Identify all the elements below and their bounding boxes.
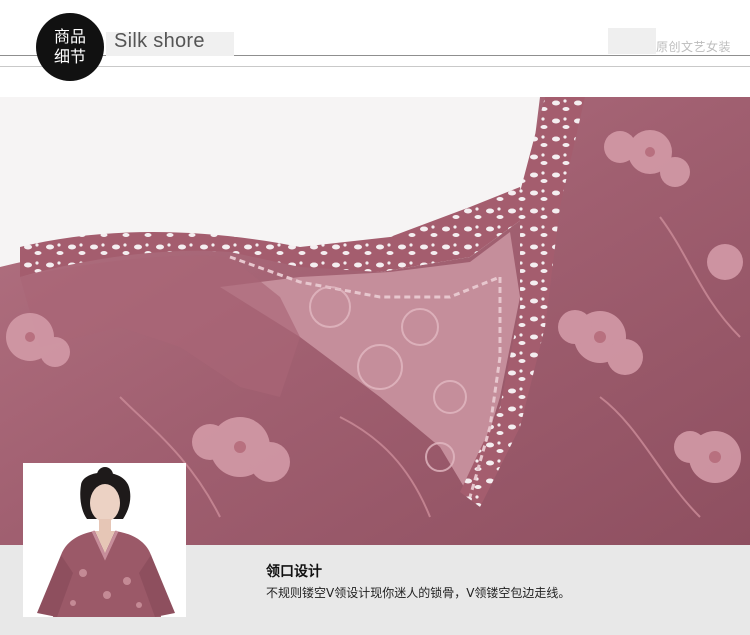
brand-name: Silk shore: [114, 30, 205, 52]
tagline-backdrop: [608, 28, 656, 54]
badge-line-1: 商品: [53, 27, 86, 46]
product-detail-badge: 商品 细节: [36, 13, 104, 81]
detail-description: 不规则镂空V领设计现你迷人的锁骨，V领镂空包边走线。: [266, 586, 571, 600]
model-thumbnail: [23, 463, 186, 617]
detail-title: 领口设计: [266, 564, 322, 580]
model-thumbnail-illustration: [23, 463, 186, 617]
header-divider-bottom: [0, 66, 750, 67]
brand-tagline: 原创文艺女装: [656, 40, 732, 54]
badge-line-2: 细节: [53, 47, 86, 66]
